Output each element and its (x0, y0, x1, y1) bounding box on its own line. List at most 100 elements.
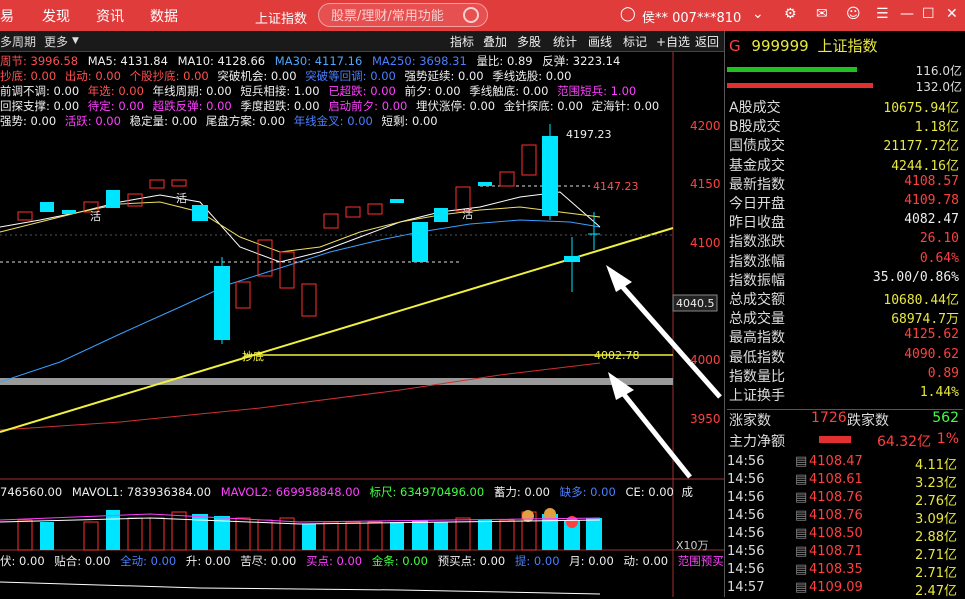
quote-row: 总成交额 10680.44亿 (727, 289, 963, 308)
quote-row-label: 指数振幅 (729, 272, 785, 289)
buy-mark-label: 抄底 (242, 349, 264, 363)
settings-icon[interactable]: ⚙ (784, 6, 797, 22)
quote-row-value: 4125.62 (904, 327, 959, 343)
ma250-line (0, 362, 601, 431)
statistics-button[interactable]: 统计 (553, 33, 577, 50)
quote-row-value: 21177.72亿 (883, 139, 959, 155)
tick-row: 14:56 ▤ 4108.76 3.09亿 (725, 508, 961, 527)
tick-price: 4108.76 (809, 508, 863, 523)
quote-row-value: 4109.78 (904, 193, 959, 208)
quote-header: G 999999 上证指数 (729, 35, 877, 56)
more-button[interactable]: 更多 (44, 33, 68, 50)
chart-toolbar: 多周期 更多 ▼ 指标 叠加 多股 统计 画线 标记 +自选 返回 (0, 31, 724, 52)
window-title: 上证指数 (255, 12, 308, 27)
tick-time: 14:56 (727, 454, 765, 469)
quote-row-label: A股成交 (729, 100, 781, 116)
tick-price: 4108.71 (809, 544, 863, 559)
tick-time: 14:56 (727, 490, 765, 505)
quote-row: 总成交量 68974.7万 (727, 308, 963, 327)
user-icon[interactable]: ◯ (620, 6, 636, 22)
quote-row-label: 最高指数 (729, 330, 785, 347)
quote-row: 最低指数 4090.62 (727, 347, 963, 366)
nav-item-discover[interactable]: 发现 (42, 6, 70, 26)
tick-row: 14:56 ▤ 4108.71 2.71亿 (725, 544, 961, 563)
quote-row-label: 国债成交 (729, 138, 785, 155)
quote-row: 昨日收盘 4082.47 (727, 212, 963, 231)
quote-row: 上证换手 1.44% (727, 385, 963, 404)
draw-line-button[interactable]: 画线 (588, 33, 612, 50)
quote-row: 指数振幅 35.00/0.86% (727, 270, 963, 289)
search-icon[interactable] (463, 7, 479, 23)
candles (17, 124, 600, 344)
tick-volume: 3.23亿 (915, 476, 957, 491)
tick-volume: 2.76亿 (915, 494, 957, 509)
chevron-down-icon[interactable]: ▼ (72, 36, 79, 46)
quote-row: 最高指数 4125.62 (727, 327, 963, 346)
multi-period-button[interactable]: 多周期 (0, 33, 36, 50)
indicator-button[interactable]: 指标 (450, 33, 474, 50)
back-button[interactable]: 返回 (695, 33, 719, 50)
nav-item-data[interactable]: 数据 (150, 6, 178, 26)
tick-volume: 2.88亿 (915, 530, 957, 545)
minimize-icon[interactable]: — (900, 6, 914, 22)
tick-row: 14:56 ▤ 4108.61 3.23亿 (725, 472, 961, 491)
multi-stock-button[interactable]: 多股 (517, 33, 541, 50)
search-input[interactable] (329, 6, 463, 26)
quote-row-label: 总成交量 (729, 311, 785, 328)
tick-price: 4108.76 (809, 490, 863, 505)
tick-volume: 2.47亿 (915, 584, 957, 599)
kline-chart[interactable]: 4197.23 4147.23 4002.78 抄底 活 活 活 4200 41… (0, 52, 724, 597)
tick-time: 14:56 (727, 508, 765, 523)
current-price-label: 4040.5 (676, 297, 715, 310)
volume-unit-label: X10万 (676, 539, 709, 552)
tick-detail-icon: ▤ (795, 490, 808, 505)
quote-row-value: 35.00/0.86% (872, 269, 959, 285)
quote-row-label: 最新指数 (729, 176, 785, 193)
price-tick: 4000 (690, 353, 721, 367)
bar-sell-value: 132.0亿 (915, 80, 962, 94)
tick-time: 14:57 (727, 580, 765, 595)
quote-row-label: 最低指数 (729, 349, 785, 366)
tick-volume: 4.11亿 (915, 458, 957, 473)
tick-time: 14:56 (727, 544, 765, 559)
quote-row-label: 指数量比 (729, 368, 785, 385)
user-account[interactable]: 侯** 007***810 (642, 7, 741, 26)
top-bar: 易 发现 资讯 数据 上证指数 ◯ 侯** 007***810 ⌄ ⚙ ✉ ☺ … (0, 0, 965, 31)
quote-row: 基金成交 4244.16亿 (727, 155, 963, 174)
nav-item-news[interactable]: 资讯 (96, 6, 124, 26)
volume-bar-buy (727, 67, 857, 72)
close-icon[interactable]: ✕ (946, 6, 958, 22)
main-flow-bar (819, 436, 851, 443)
tick-row: 14:56 ▤ 4108.76 2.76亿 (725, 490, 961, 509)
mark-a-label: 活 (176, 192, 187, 205)
tick-detail-icon: ▤ (795, 472, 808, 487)
volume-indicator-line: 746560.00 MAVOL1: 783936384.00 MAVOL2: 6… (0, 485, 694, 499)
arrow-annotation-2 (620, 390, 692, 479)
message-icon[interactable]: ✉ (816, 6, 828, 22)
skin-icon[interactable]: ☺ (846, 6, 861, 22)
price-tick: 3950 (690, 412, 721, 426)
menu-icon[interactable]: ☰ (876, 6, 889, 22)
search-box[interactable] (318, 3, 488, 27)
quote-row: 今日开盘 4109.78 (727, 193, 963, 212)
tick-row: 14:56 ▤ 4108.47 4.11亿 (725, 454, 961, 473)
volume-bars (17, 508, 602, 551)
mark-b-label: 活 (90, 210, 101, 223)
overlay-button[interactable]: 叠加 (483, 33, 507, 50)
quote-row-value: 10680.44亿 (883, 293, 959, 308)
quote-row-value: 26.10 (919, 231, 959, 247)
quote-panel: G 999999 上证指数 116.0亿 132.0亿 A股成交 10675.94… (724, 31, 965, 599)
stock-code: 999999 (751, 37, 809, 55)
tick-volume: 3.09亿 (915, 512, 957, 527)
maximize-icon[interactable]: ☐ (922, 6, 935, 22)
quote-row: B股成交 1.18亿 (727, 116, 963, 135)
quote-row: 指数量比 0.89 (727, 366, 963, 385)
tick-price: 4108.47 (809, 454, 863, 469)
quote-row-label: 上证换手 (729, 388, 785, 404)
add-watchlist-button[interactable]: +自选 (656, 33, 690, 50)
nav-item-trade[interactable]: 易 (0, 6, 14, 26)
chevron-down-icon[interactable]: ⌄ (752, 6, 764, 22)
price-tick: 4150 (690, 177, 721, 191)
tick-price: 4108.35 (809, 562, 863, 577)
mark-button[interactable]: 标记 (623, 33, 647, 50)
